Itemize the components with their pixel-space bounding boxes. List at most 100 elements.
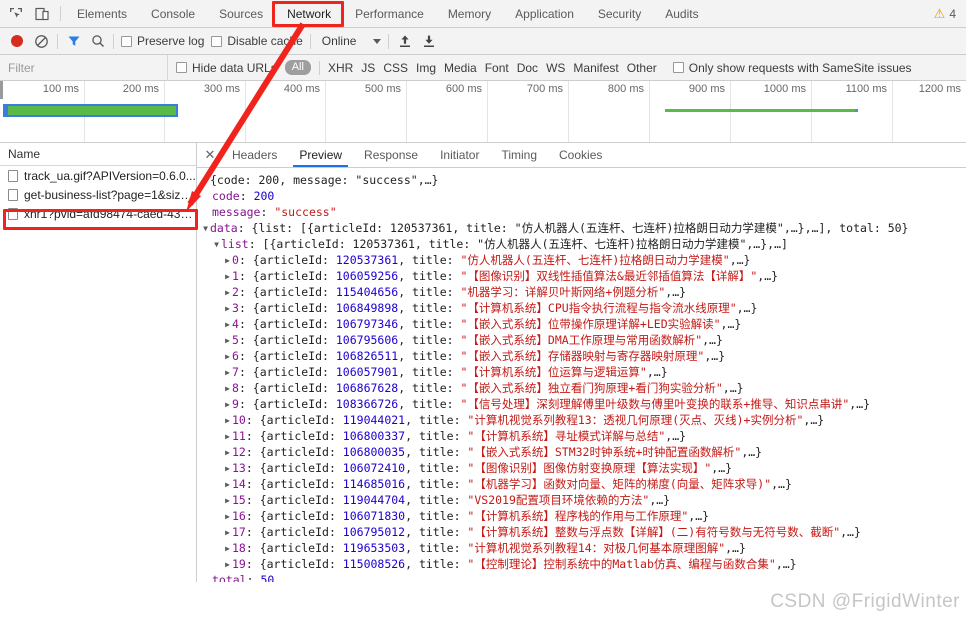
filter-type-manifest[interactable]: Manifest <box>573 61 618 75</box>
tab-initiator[interactable]: Initiator <box>429 143 490 167</box>
filter-type-ws[interactable]: WS <box>546 61 565 75</box>
import-har-icon[interactable] <box>396 33 413 50</box>
tab-audits[interactable]: Audits <box>653 0 710 27</box>
json-row[interactable]: ▶ 16: {articleId: 106071830, title: "【计算机… <box>201 508 966 524</box>
json-row[interactable]: total: 50 <box>201 572 966 582</box>
disclosure-triangle-icon[interactable]: ▶ <box>223 525 232 540</box>
disclosure-triangle-icon[interactable]: ▶ <box>223 381 232 396</box>
tab-elements[interactable]: Elements <box>65 0 139 27</box>
tab-headers[interactable]: Headers <box>221 143 288 167</box>
json-row[interactable]: message: "success" <box>201 204 966 220</box>
record-button-icon[interactable] <box>11 35 23 47</box>
filter-type-font[interactable]: Font <box>485 61 509 75</box>
disclosure-triangle-icon[interactable]: ▶ <box>223 557 232 572</box>
tab-application[interactable]: Application <box>503 0 586 27</box>
disclosure-triangle-icon[interactable]: ▶ <box>223 269 232 284</box>
filter-type-js[interactable]: JS <box>361 61 375 75</box>
request-name-column-header[interactable]: Name <box>0 143 196 166</box>
disable-cache-checkbox[interactable]: Disable cache <box>211 34 303 48</box>
tab-cookies[interactable]: Cookies <box>548 143 613 167</box>
hide-data-urls-checkbox[interactable]: Hide data URLs <box>176 61 277 75</box>
disclosure-triangle-icon[interactable]: ▶ <box>223 461 232 476</box>
tab-timing[interactable]: Timing <box>490 143 548 167</box>
disclosure-triangle-icon[interactable]: ▶ <box>223 333 232 348</box>
disclosure-triangle-icon[interactable]: ▶ <box>223 541 232 556</box>
disclosure-triangle-icon[interactable]: ▶ <box>223 477 232 492</box>
overview-selection-bar[interactable] <box>3 104 178 117</box>
json-preview-tree[interactable]: ▼ {code: 200, message: "success",…} code: … <box>197 168 966 582</box>
inspect-element-icon[interactable] <box>8 6 24 22</box>
disclosure-triangle-icon[interactable]: ▼ <box>212 237 221 252</box>
disclosure-triangle-icon[interactable]: ▶ <box>223 253 232 268</box>
json-row[interactable]: ▶ 7: {articleId: 106057901, title: "【计算机系… <box>201 364 966 380</box>
tab-sources[interactable]: Sources <box>207 0 275 27</box>
close-icon[interactable]: ✕ <box>199 143 221 167</box>
tab-memory[interactable]: Memory <box>436 0 503 27</box>
json-row[interactable]: ▶ 1: {articleId: 106059256, title: "【图像识别… <box>201 268 966 284</box>
disclosure-triangle-icon[interactable]: ▶ <box>223 285 232 300</box>
filter-type-manifest-label: Manifest <box>573 60 619 75</box>
tab-response[interactable]: Response <box>353 143 429 167</box>
export-har-icon[interactable] <box>420 33 437 50</box>
device-toolbar-icon[interactable] <box>34 6 50 22</box>
disclosure-triangle-icon[interactable]: ▼ <box>201 173 210 188</box>
table-row[interactable]: track_ua.gif?APIVersion=0.6.0... <box>0 166 196 185</box>
json-row[interactable]: ▶ 10: {articleId: 119044021, title: "计算机视… <box>201 412 966 428</box>
json-row[interactable]: ▼ {code: 200, message: "success",…} <box>201 172 966 188</box>
table-row[interactable]: xhr1?pvid=afd98474-caed-435... <box>0 204 196 223</box>
disclosure-triangle-icon[interactable]: ▶ <box>223 493 232 508</box>
filter-type-all[interactable]: All <box>284 60 311 75</box>
tab-preview[interactable]: Preview <box>288 143 353 167</box>
json-row[interactable]: ▶ 13: {articleId: 106072410, title: "【图像识… <box>201 460 966 476</box>
filter-type-media[interactable]: Media <box>444 61 477 75</box>
tab-security[interactable]: Security <box>586 0 653 27</box>
disclosure-triangle-icon[interactable]: ▶ <box>223 445 232 460</box>
disclosure-triangle-icon[interactable]: ▶ <box>223 509 232 524</box>
json-row[interactable]: ▶ 9: {articleId: 108366726, title: "【信号处理… <box>201 396 966 412</box>
disclosure-triangle-icon[interactable]: ▶ <box>223 413 232 428</box>
samesite-issues-checkbox[interactable]: Only show requests with SameSite issues <box>672 61 912 75</box>
filter-type-doc[interactable]: Doc <box>517 61 538 75</box>
json-row[interactable]: code: 200 <box>201 188 966 204</box>
disclosure-triangle-icon[interactable]: ▶ <box>223 365 232 380</box>
disclosure-triangle-icon[interactable]: ▶ <box>223 429 232 444</box>
preserve-log-checkbox[interactable]: Preserve log <box>121 34 204 48</box>
filter-funnel-icon[interactable] <box>65 33 82 50</box>
json-row[interactable]: ▶ 18: {articleId: 119653503, title: "计算机视… <box>201 540 966 556</box>
json-row[interactable]: ▼ list: [{articleId: 120537361, title: "仿… <box>201 236 966 252</box>
filter-type-css[interactable]: CSS <box>383 61 408 75</box>
table-row[interactable]: get-business-list?page=1&size... <box>0 185 196 204</box>
clear-network-log-icon[interactable] <box>33 33 50 50</box>
throttling-select[interactable]: Online <box>318 34 357 48</box>
json-row[interactable]: ▶ 0: {articleId: 120537361, title: "仿人机器人… <box>201 252 966 268</box>
warning-counter[interactable]: ⚠ 4 <box>934 0 966 27</box>
search-magnifier-icon[interactable] <box>89 33 106 50</box>
tab-network[interactable]: Network <box>275 0 343 27</box>
json-row[interactable]: ▶ 3: {articleId: 106849898, title: "【计算机系… <box>201 300 966 316</box>
json-row[interactable]: ▼ data: {list: [{articleId: 120537361, ti… <box>201 220 966 236</box>
json-row[interactable]: ▶ 5: {articleId: 106795606, title: "【嵌入式系… <box>201 332 966 348</box>
filter-type-xhr[interactable]: XHR <box>328 61 353 75</box>
disclosure-triangle-icon[interactable]: ▶ <box>223 301 232 316</box>
json-row[interactable]: ▶ 12: {articleId: 106800035, title: "【嵌入式… <box>201 444 966 460</box>
json-row[interactable]: ▶ 11: {articleId: 106800337, title: "【计算机… <box>201 428 966 444</box>
json-row[interactable]: ▶ 17: {articleId: 106795012, title: "【计算机… <box>201 524 966 540</box>
disclosure-triangle-icon[interactable]: ▶ <box>223 317 232 332</box>
json-row[interactable]: ▶ 4: {articleId: 106797346, title: "【嵌入式系… <box>201 316 966 332</box>
json-row[interactable]: ▶ 14: {articleId: 114685016, title: "【机器学… <box>201 476 966 492</box>
tab-performance[interactable]: Performance <box>343 0 436 27</box>
filter-type-img[interactable]: Img <box>416 61 436 75</box>
disclosure-triangle-icon[interactable]: ▼ <box>201 221 210 236</box>
filter-type-other[interactable]: Other <box>627 61 657 75</box>
json-row[interactable]: ▶ 6: {articleId: 106826511, title: "【嵌入式系… <box>201 348 966 364</box>
json-row[interactable]: ▶ 2: {articleId: 115404656, title: "机器学习：… <box>201 284 966 300</box>
disclosure-triangle-icon[interactable]: ▶ <box>223 349 232 364</box>
json-row[interactable]: ▶ 15: {articleId: 119044704, title: "VS20… <box>201 492 966 508</box>
tab-console[interactable]: Console <box>139 0 207 27</box>
json-row[interactable]: ▶ 19: {articleId: 115008526, title: "【控制理… <box>201 556 966 572</box>
chevron-down-icon[interactable] <box>373 38 382 44</box>
network-overview[interactable]: 100 ms 200 ms 300 ms 400 ms 500 ms 600 m… <box>0 81 966 143</box>
filter-input[interactable] <box>0 54 168 81</box>
disclosure-triangle-icon[interactable]: ▶ <box>223 397 232 412</box>
json-row[interactable]: ▶ 8: {articleId: 106867628, title: "【嵌入式系… <box>201 380 966 396</box>
